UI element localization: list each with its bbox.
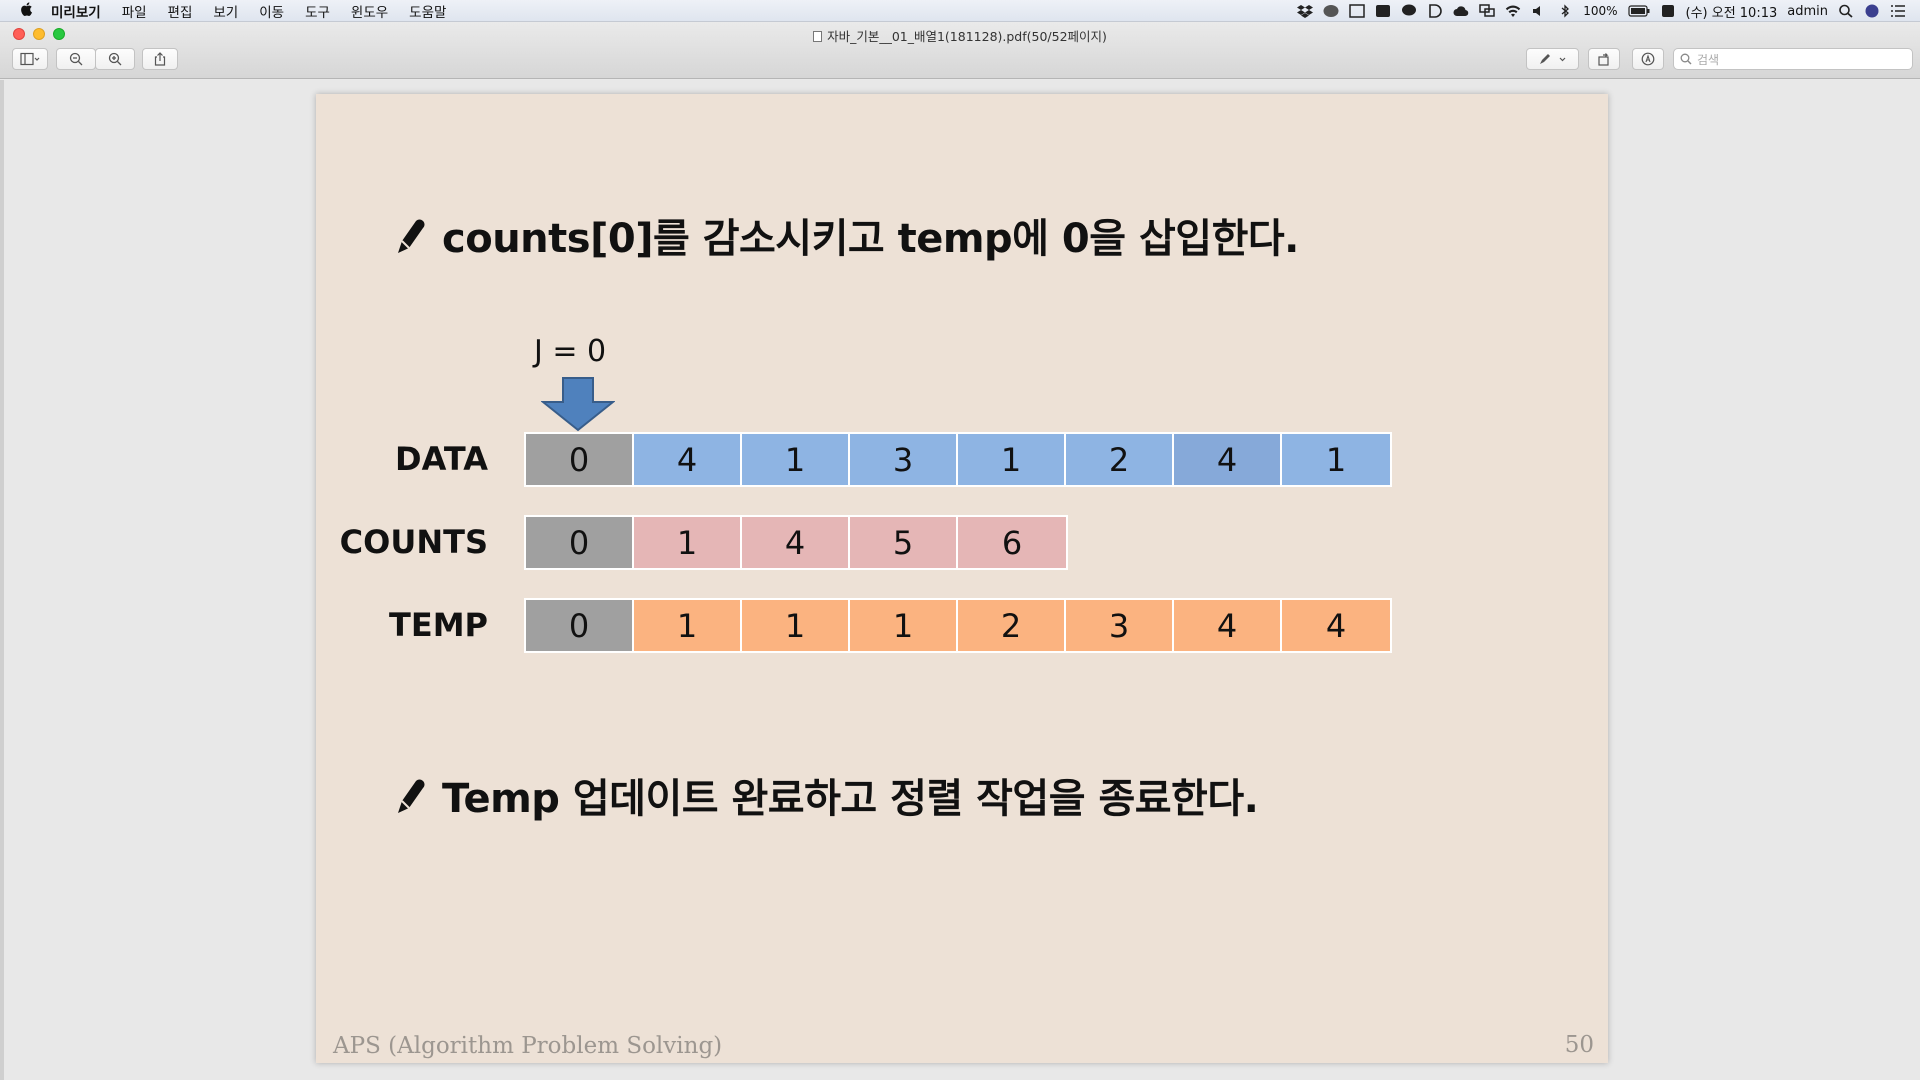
menu-edit[interactable]: 편집 [168, 1, 193, 21]
menu-file[interactable]: 파일 [122, 1, 147, 21]
user-name[interactable]: admin [1787, 4, 1828, 19]
share-button[interactable] [142, 48, 178, 70]
window-left-edge [0, 80, 4, 1080]
slide-footer: APS (Algorithm Problem Solving) [333, 1033, 723, 1059]
data-cell: 1 [1282, 434, 1390, 485]
temp-cell: 4 [1282, 600, 1390, 651]
temp-cell: 4 [1174, 600, 1282, 651]
menu-tools[interactable]: 도구 [305, 1, 330, 21]
dropbox-icon[interactable] [1297, 4, 1314, 18]
j-index-label: J = 0 [534, 334, 607, 369]
markup-toolbar-button[interactable] [1632, 48, 1664, 70]
menu-bar: 미리보기 파일 편집 보기 이동 도구 윈도우 도움말 100% (수) 오전 … [0, 0, 1920, 22]
pdf-document-icon [813, 31, 823, 42]
temp-row-label: TEMP [389, 606, 488, 644]
counts-cell: 4 [742, 517, 850, 568]
search-icon [1680, 53, 1692, 65]
data-row-label-box: DATA [316, 432, 488, 486]
menu-window[interactable]: 윈도우 [351, 1, 388, 21]
counts-cell: 1 [634, 517, 742, 568]
zoom-in-button[interactable] [95, 48, 135, 70]
data-cell: 0 [526, 434, 634, 485]
page-number: 50 [1564, 1032, 1594, 1058]
rotate-button[interactable] [1588, 48, 1620, 70]
menu-view[interactable]: 보기 [213, 1, 238, 21]
spotlight-search-icon[interactable] [1838, 4, 1854, 18]
temp-cell: 0 [526, 600, 634, 651]
clock[interactable]: (수) 오전 10:13 [1686, 2, 1778, 21]
temp-cell: 1 [742, 600, 850, 651]
data-row-label: DATA [395, 440, 488, 478]
counts-row-label: COUNTS [339, 523, 488, 561]
temp-cell: 1 [850, 600, 958, 651]
data-array: 0 4 1 3 1 2 4 1 [524, 432, 1392, 487]
data-row: DATA 0 4 1 3 1 2 4 1 [316, 432, 1392, 487]
temp-row-label-box: TEMP [316, 598, 488, 652]
data-cell: 4 [634, 434, 742, 485]
line-messenger-icon[interactable] [1323, 4, 1339, 18]
temp-array: 0 1 1 1 2 3 4 4 [524, 598, 1392, 653]
capture-tray-icon[interactable] [1375, 4, 1391, 18]
pen-bullet-icon [398, 779, 425, 813]
document-title-text: 자바_기본__01_배열1(181128).pdf(50/52페이지) [827, 29, 1107, 44]
counts-array: 0 1 4 5 6 [524, 515, 1068, 570]
down-arrow-icon [541, 377, 615, 432]
apple-menu-icon[interactable] [19, 1, 39, 21]
bullet-line-2: Temp 업데이트 완료하고 정렬 작업을 종료한다. [394, 766, 1259, 824]
battery-percent: 100% [1583, 4, 1618, 18]
bullet-text-2: Temp 업데이트 완료하고 정렬 작업을 종료한다. [442, 776, 1259, 822]
zoom-out-button[interactable] [56, 48, 96, 70]
pdf-page: counts[0]를 감소시키고 temp에 0을 삽입한다. J = 0 DA… [316, 94, 1608, 1063]
data-cell: 3 [850, 434, 958, 485]
chat-bubble-icon[interactable] [1401, 4, 1417, 18]
counts-row: COUNTS 0 1 4 5 6 [316, 515, 1068, 570]
notification-center-icon[interactable] [1890, 4, 1906, 18]
counts-cell: 5 [850, 517, 958, 568]
app-tray-icon[interactable] [1349, 4, 1365, 18]
data-cell: 1 [742, 434, 850, 485]
menu-go[interactable]: 이동 [259, 1, 284, 21]
volume-icon[interactable] [1531, 4, 1547, 18]
temp-row: TEMP 0 1 1 1 2 3 4 4 [316, 598, 1392, 653]
menu-app-name[interactable]: 미리보기 [51, 1, 101, 21]
siri-icon[interactable] [1864, 4, 1880, 18]
d-tray-icon[interactable] [1427, 4, 1443, 18]
counts-cell: 6 [958, 517, 1066, 568]
search-field[interactable]: 검색 [1673, 48, 1913, 70]
window-titlebar: 자바_기본__01_배열1(181128).pdf(50/52페이지) 검색 [0, 22, 1920, 79]
bullet-line-1: counts[0]를 감소시키고 temp에 0을 삽입한다. [394, 206, 1299, 264]
cloud-icon[interactable] [1453, 4, 1469, 18]
menu-help[interactable]: 도움말 [409, 1, 446, 21]
temp-cell: 2 [958, 600, 1066, 651]
counts-cell: 0 [526, 517, 634, 568]
pen-bullet-icon [398, 219, 425, 253]
bluetooth-icon[interactable] [1557, 4, 1573, 18]
sidebar-toggle-button[interactable] [12, 48, 48, 70]
data-cell: 4 [1174, 434, 1282, 485]
markup-pen-button[interactable] [1526, 48, 1579, 70]
battery-icon[interactable] [1627, 4, 1650, 18]
data-cell: 2 [1066, 434, 1174, 485]
search-placeholder: 검색 [1697, 52, 1720, 67]
display-mirror-icon[interactable] [1479, 4, 1495, 18]
input-source-icon[interactable] [1660, 4, 1676, 18]
temp-cell: 1 [634, 600, 742, 651]
data-cell: 1 [958, 434, 1066, 485]
bullet-text-1: counts[0]를 감소시키고 temp에 0을 삽입한다. [442, 216, 1299, 262]
wifi-icon[interactable] [1505, 4, 1521, 18]
counts-row-label-box: COUNTS [316, 515, 488, 569]
document-title: 자바_기본__01_배열1(181128).pdf(50/52페이지) [0, 26, 1920, 45]
temp-cell: 3 [1066, 600, 1174, 651]
